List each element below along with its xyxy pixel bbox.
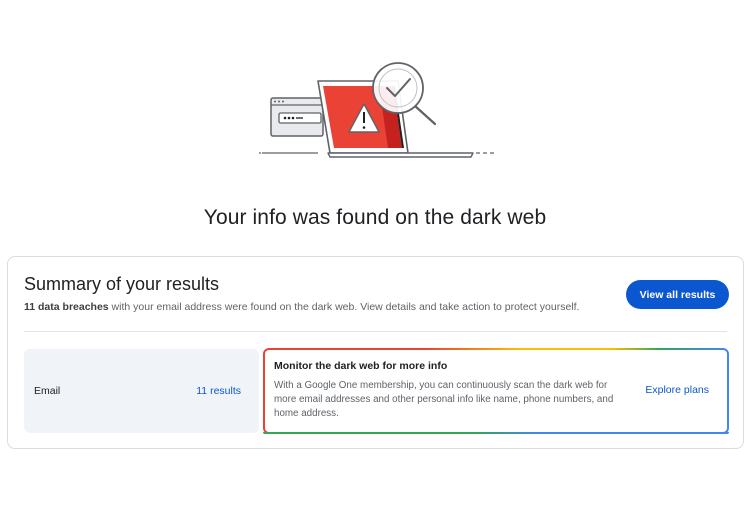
hero-illustration bbox=[259, 62, 494, 158]
page-headline: Your info was found on the dark web bbox=[203, 206, 547, 229]
divider bbox=[24, 331, 727, 332]
promo-title: Monitor the dark web for more info bbox=[274, 360, 448, 372]
results-summary-card: Summary of your results 11 data breaches… bbox=[7, 256, 744, 449]
email-results-row: Email 11 results bbox=[24, 349, 259, 433]
promo-body: With a Google One membership, you can co… bbox=[274, 380, 614, 419]
breach-count: 11 data breaches bbox=[24, 301, 109, 313]
explore-plans-link[interactable]: Explore plans bbox=[645, 384, 709, 396]
email-label: Email bbox=[34, 385, 61, 397]
view-all-results-button[interactable]: View all results bbox=[626, 280, 729, 309]
summary-description-text: with your email address were found on th… bbox=[108, 301, 580, 313]
dark-web-monitor-promo: Monitor the dark web for more info With … bbox=[263, 348, 729, 434]
password-window-icon bbox=[270, 97, 324, 137]
email-results-link[interactable]: 11 results bbox=[196, 385, 241, 397]
summary-description: 11 data breaches with your email address… bbox=[24, 301, 579, 313]
summary-title: Summary of your results bbox=[24, 274, 220, 294]
